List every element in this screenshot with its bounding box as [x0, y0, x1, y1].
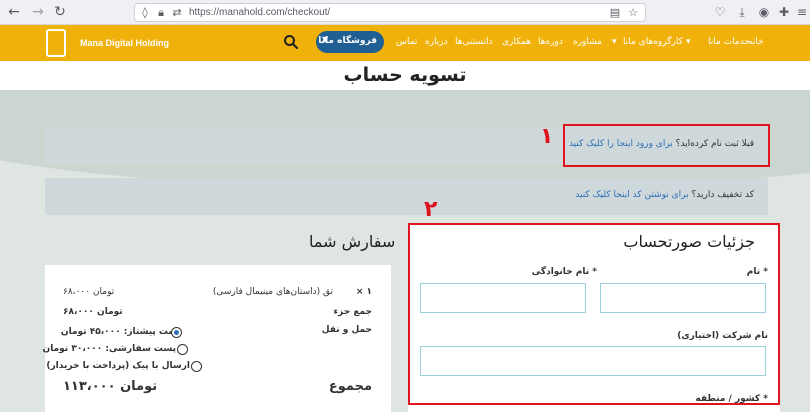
- browser-toolbar: ← → ↻ ◊ 🔒︎ ⇄ https://manahold.com/checko…: [0, 0, 810, 25]
- menu-item-services[interactable]: خدمات مانا: [708, 37, 750, 47]
- url-text: https://manahold.com/checkout/: [189, 7, 331, 18]
- downloads-icon[interactable]: ⤓: [734, 4, 750, 20]
- shipping-option-express-radio[interactable]: [171, 327, 182, 338]
- menu-item-courses[interactable]: دوره‌ها: [538, 37, 563, 47]
- shipping-option-express-label: پست پیشتاز: ۴۵،۰۰۰ تومان: [60, 327, 181, 337]
- product-name: تق (داستان‌های مینیمال فارسی): [212, 287, 333, 297]
- shield-icon[interactable]: ◊: [139, 6, 151, 19]
- annotation-number-1: ۱: [540, 124, 554, 149]
- lock-icon[interactable]: 🔒︎: [155, 6, 167, 19]
- product-price: ۶۸،۰۰۰ تومان: [63, 287, 115, 297]
- menu-icon[interactable]: ≡: [794, 4, 810, 20]
- menu-item-knowledge[interactable]: دانستنی‌ها: [455, 37, 492, 47]
- shop-button-label: فروشگاه مانا: [318, 36, 377, 46]
- reader-view-icon[interactable]: ▤: [609, 6, 621, 19]
- order-title: سفارش شما: [309, 232, 396, 251]
- annotation-number-2: ۲: [424, 197, 438, 222]
- shipping-option-registered-label: پست سفارشی: ۳۰،۰۰۰ تومان: [42, 344, 176, 354]
- order-panel: تق (داستان‌های مینیمال فارسی) × ۱ ۶۸،۰۰۰…: [42, 265, 391, 412]
- menu-item-home[interactable]: خانه: [748, 37, 764, 47]
- pocket-icon[interactable]: ♡: [712, 4, 728, 20]
- shop-button[interactable]: ▼ فروشگاه مانا: [316, 31, 384, 53]
- shipping-label: حمل و نقل: [321, 325, 372, 335]
- site-header: Mana Digital Holding ▼ فروشگاه مانا تماس…: [0, 25, 810, 61]
- total-label: مجموع: [328, 379, 372, 394]
- menu-item-workgroups[interactable]: کارگروه‌های مانا: [623, 37, 683, 47]
- menu-item-consulting[interactable]: مشاوره: [573, 37, 602, 47]
- menu-item-cooperation[interactable]: همکاری: [502, 37, 531, 47]
- product-quantity: × ۱: [355, 287, 372, 297]
- arrow-left-icon[interactable]: ←: [6, 4, 22, 20]
- extensions-icon[interactable]: ✚: [776, 4, 792, 20]
- page-title: تسویه حساب: [343, 64, 467, 86]
- coupon-notice-prefix: کد تخفیف دارید؟: [691, 190, 755, 200]
- bookmark-star-icon[interactable]: ☆: [627, 6, 639, 19]
- subtotal-label: جمع جزء: [333, 307, 373, 317]
- reload-icon[interactable]: ↻: [52, 4, 68, 20]
- coupon-link[interactable]: برای نوشتن کد اینجا کلیک کنید: [575, 190, 688, 200]
- search-icon[interactable]: [283, 34, 299, 50]
- annotation-box-2: [408, 223, 780, 405]
- shipping-option-courier-radio[interactable]: [191, 361, 202, 372]
- chevron-down-icon: ▾: [612, 37, 617, 47]
- title-band: تسویه حساب: [0, 61, 810, 90]
- logo-text[interactable]: Mana Digital Holding: [80, 38, 169, 48]
- arrow-right-icon[interactable]: →: [30, 4, 46, 20]
- address-bar[interactable]: ◊ 🔒︎ ⇄ https://manahold.com/checkout/ ▤ …: [134, 3, 646, 22]
- total-value: ۱۱۳،۰۰۰ تومان: [63, 379, 158, 394]
- shipping-option-courier-label: ارسال با پیک (پرداخت با خریدار): [46, 361, 190, 371]
- coupon-notice-text: کد تخفیف دارید؟ برای نوشتن کد اینجا کلیک…: [575, 190, 754, 200]
- menu-item-about[interactable]: درباره: [425, 37, 448, 47]
- subtotal-value: ۶۸،۰۰۰ تومان: [63, 307, 123, 317]
- annotation-box-1: [563, 124, 770, 167]
- chevron-down-icon: ▾: [686, 37, 691, 47]
- shipping-option-registered-radio[interactable]: [177, 344, 188, 355]
- menu-item-contact[interactable]: تماس: [396, 37, 417, 47]
- account-icon[interactable]: ◉: [756, 4, 772, 20]
- mana-logo-icon[interactable]: [46, 29, 66, 57]
- coupon-notice: کد تخفیف دارید؟ برای نوشتن کد اینجا کلیک…: [45, 178, 768, 215]
- permissions-icon[interactable]: ⇄: [171, 6, 183, 19]
